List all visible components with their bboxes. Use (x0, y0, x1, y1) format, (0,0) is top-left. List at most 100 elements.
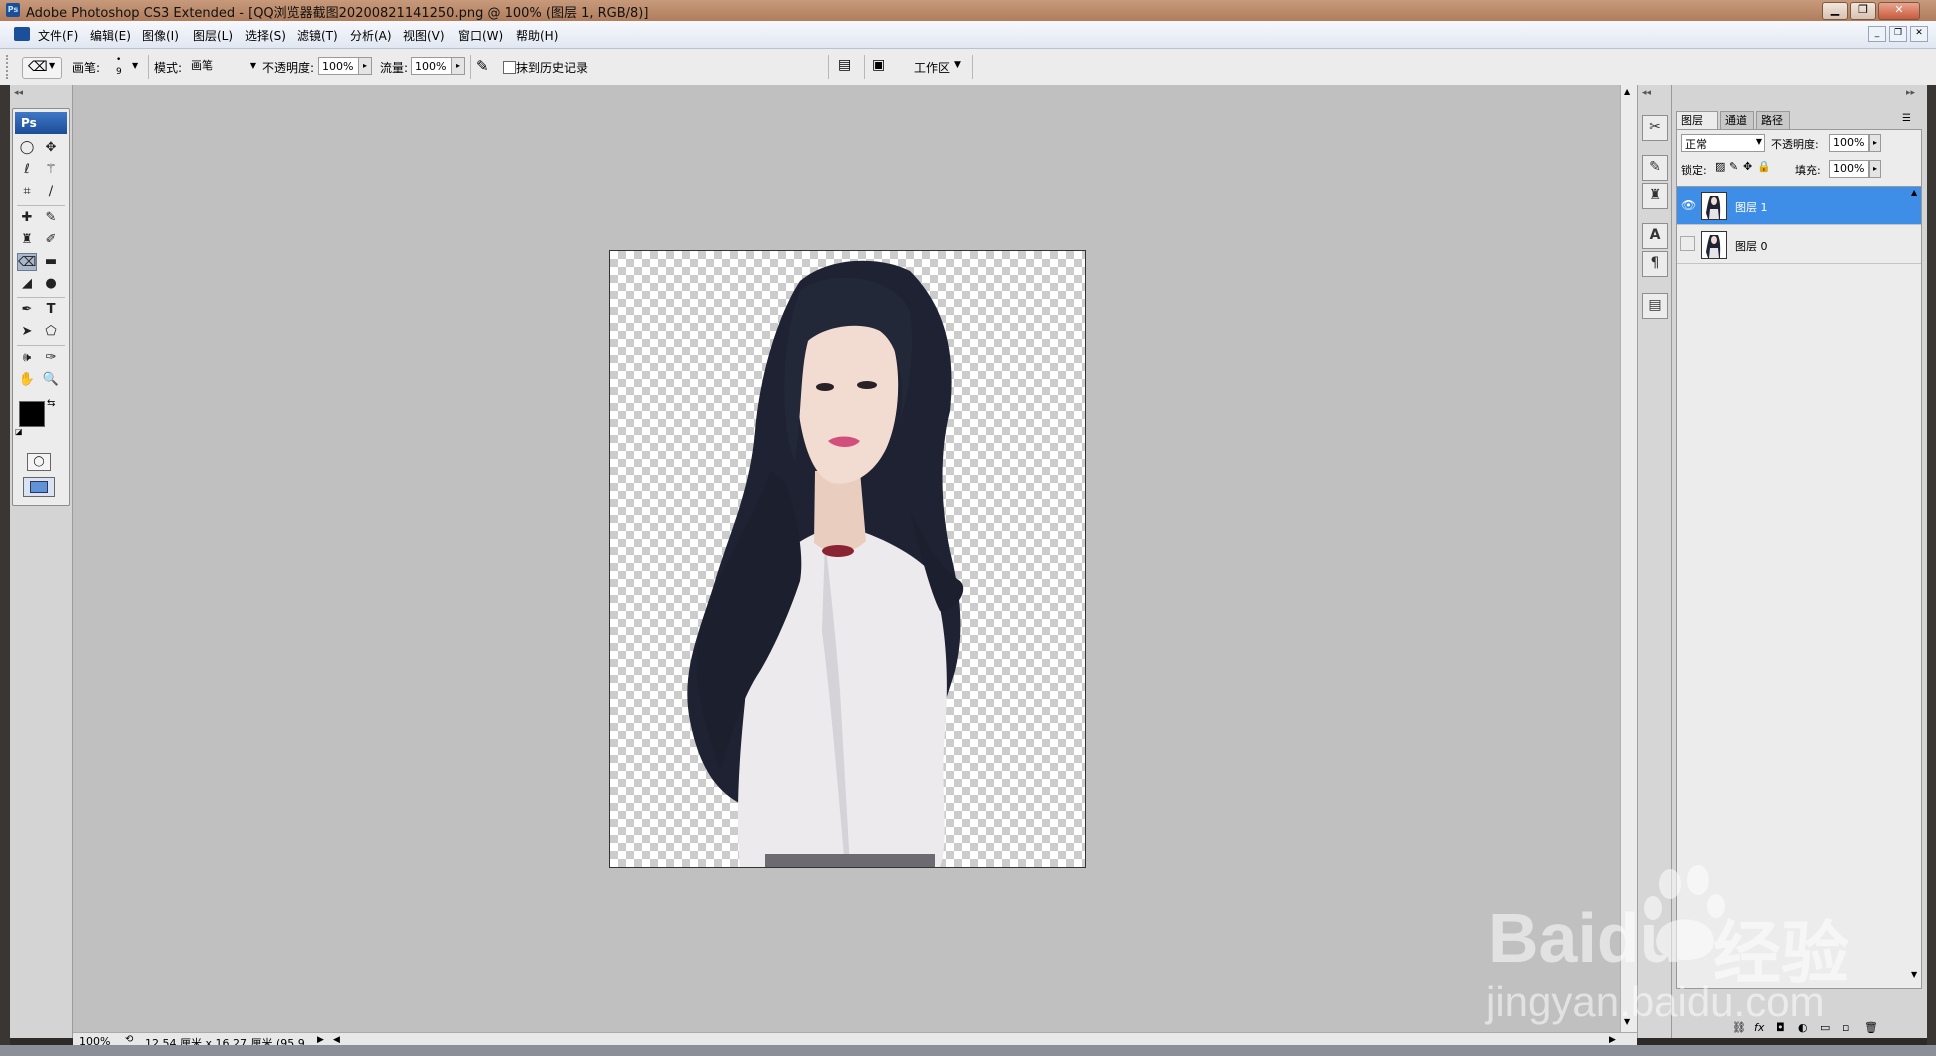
lock-pixels-icon[interactable]: ✎ (1729, 160, 1738, 173)
menu-image[interactable]: 图像(I) (142, 27, 179, 44)
paragraph-icon[interactable]: ¶ (1642, 251, 1668, 277)
lock-transparent-icon[interactable]: ▨ (1715, 160, 1725, 173)
vertical-scrollbar[interactable]: ▲ ▼ (1620, 85, 1638, 1032)
brush-picker[interactable]: • 9 ▼ (110, 55, 138, 79)
erase-history-checkbox[interactable] (503, 61, 516, 74)
flow-input[interactable]: 100% (411, 57, 453, 75)
adjustment-layer-icon[interactable]: ◐ (1798, 1021, 1808, 1034)
brushes-icon[interactable]: ✎ (1642, 155, 1668, 181)
close-button[interactable]: ✕ (1878, 2, 1920, 20)
minimize-button[interactable]: ▁ (1822, 2, 1848, 20)
tab-paths[interactable]: 路径 (1756, 111, 1790, 129)
palette-well-icon[interactable]: ▤ (838, 57, 851, 73)
lasso-tool-icon[interactable]: ℓ (17, 161, 37, 179)
type-tool-icon[interactable]: T (41, 301, 61, 319)
link-layers-icon[interactable]: ⛓ (1732, 1021, 1746, 1034)
marquee-tool-icon[interactable]: ◯ (17, 139, 37, 157)
layer-style-icon[interactable]: fx (1754, 1021, 1764, 1034)
options-grip[interactable] (6, 55, 12, 79)
hand-tool-icon[interactable]: ✋ (17, 371, 37, 389)
fill-slider-button[interactable]: ▸ (1869, 160, 1881, 178)
quick-mask-button[interactable]: ◯ (27, 453, 51, 471)
zoom-tool-icon[interactable]: 🔍 (41, 371, 61, 389)
shape-tool-icon[interactable]: ⬠ (41, 323, 61, 341)
status-menu-arrow-icon[interactable]: ▶ (317, 1035, 324, 1045)
brush-tool-icon[interactable]: ✎ (41, 209, 61, 227)
lock-position-icon[interactable]: ✥ (1743, 160, 1752, 173)
eyedropper-tool-icon[interactable]: ✑ (41, 349, 61, 367)
doc-minimize-button[interactable]: _ (1868, 26, 1886, 42)
expand-icon[interactable]: ▸▸ (1906, 88, 1915, 98)
delete-layer-icon[interactable]: 🗑 (1864, 1021, 1878, 1034)
default-colors-icon[interactable]: ◪ (15, 427, 23, 436)
blur-tool-icon[interactable]: ◢ (17, 275, 37, 293)
foreground-color-swatch[interactable] (19, 401, 45, 427)
opacity-slider-button[interactable]: ▸ (358, 57, 372, 75)
menu-edit[interactable]: 编辑(E) (90, 27, 131, 44)
tab-layers[interactable]: 图层 ✕ (1676, 111, 1718, 145)
workspace-button[interactable]: 工作区 ▼ (910, 57, 966, 77)
visibility-toggle[interactable] (1680, 236, 1695, 251)
menu-layer[interactable]: 图层(L) (193, 27, 233, 44)
layer-row[interactable]: 图层 0 (1677, 226, 1921, 264)
restore-button[interactable]: ❐ (1850, 2, 1876, 20)
panel-menu-icon[interactable]: ☰ (1902, 113, 1911, 124)
menu-filter[interactable]: 滤镜(T) (297, 27, 338, 44)
menu-analysis[interactable]: 分析(A) (350, 27, 392, 44)
tab-channels[interactable]: 通道 (1720, 111, 1754, 129)
history-brush-tool-icon[interactable]: ✐ (41, 231, 61, 249)
clone-source-icon[interactable]: ♜ (1642, 183, 1668, 209)
document-icon[interactable] (14, 27, 30, 41)
scroll-up-icon[interactable]: ▲ (1911, 188, 1917, 197)
doc-close-button[interactable]: ✕ (1910, 26, 1928, 42)
eraser-tool-icon[interactable]: ⌫ (17, 253, 37, 271)
menu-window[interactable]: 窗口(W) (458, 27, 503, 44)
lock-all-icon[interactable]: 🔒 (1757, 160, 1771, 173)
mode-select[interactable]: 画笔 ▼ (188, 57, 256, 75)
healing-brush-tool-icon[interactable]: ✚ (17, 209, 37, 227)
scroll-down-icon[interactable]: ▼ (1624, 1017, 1630, 1026)
layer-comps-icon[interactable]: ▤ (1642, 293, 1668, 319)
move-tool-icon[interactable]: ✥ (41, 139, 61, 157)
layer-opacity-slider-button[interactable]: ▸ (1869, 134, 1881, 152)
menu-help[interactable]: 帮助(H) (516, 27, 558, 44)
doc-restore-button[interactable]: ❐ (1889, 26, 1907, 42)
character-icon[interactable]: A (1642, 223, 1668, 249)
menu-select[interactable]: 选择(S) (245, 27, 286, 44)
layer-opacity-input[interactable]: 100% (1829, 134, 1869, 152)
bridge-icon[interactable]: ▣ (872, 57, 885, 73)
collapse-icon[interactable]: ◂◂ (1642, 88, 1651, 98)
scroll-left-icon[interactable]: ◀ (333, 1035, 340, 1045)
pen-tool-icon[interactable]: ✒ (17, 301, 37, 319)
dodge-tool-icon[interactable]: ● (41, 275, 61, 293)
document-canvas[interactable] (609, 250, 1086, 868)
swap-colors-icon[interactable]: ⇆ (47, 398, 55, 409)
screen-mode-button[interactable] (23, 477, 55, 497)
tool-presets-icon[interactable]: ✂ (1642, 115, 1668, 141)
scroll-down-icon[interactable]: ▼ (1911, 970, 1917, 979)
new-layer-icon[interactable]: ▫ (1842, 1021, 1849, 1034)
clone-stamp-tool-icon[interactable]: ♜ (17, 231, 37, 249)
layer-mask-icon[interactable]: ◘ (1776, 1021, 1785, 1034)
gradient-tool-icon[interactable]: ▬ (41, 253, 61, 271)
layer-row[interactable]: 👁 图层 1 (1677, 187, 1921, 225)
blend-mode-select[interactable]: 正常 ▼ (1681, 134, 1765, 152)
fill-input[interactable]: 100% (1829, 160, 1869, 178)
visibility-eye-icon[interactable]: 👁 (1681, 198, 1696, 212)
scroll-right-icon[interactable]: ▶ (1609, 1035, 1616, 1045)
path-selection-tool-icon[interactable]: ➤ (17, 323, 37, 341)
menu-file[interactable]: 文件(F) (38, 27, 78, 44)
magic-wand-tool-icon[interactable]: ⚚ (41, 161, 61, 179)
scroll-up-icon[interactable]: ▲ (1624, 87, 1630, 96)
status-icon[interactable]: ⟲ (125, 1034, 133, 1045)
slice-tool-icon[interactable]: ∕ (41, 183, 61, 201)
new-group-icon[interactable]: ▭ (1820, 1021, 1830, 1034)
menu-view[interactable]: 视图(V) (403, 27, 445, 44)
notes-tool-icon[interactable]: 🕪 (17, 349, 37, 367)
collapse-icon[interactable]: ◂◂ (14, 88, 23, 98)
crop-tool-icon[interactable]: ⌗ (17, 183, 37, 201)
tool-preset-picker[interactable]: ⌫ ▼ (22, 57, 62, 79)
opacity-input[interactable]: 100% (318, 57, 360, 75)
airbrush-icon[interactable]: ✎ (476, 57, 489, 75)
flow-slider-button[interactable]: ▸ (451, 57, 465, 75)
